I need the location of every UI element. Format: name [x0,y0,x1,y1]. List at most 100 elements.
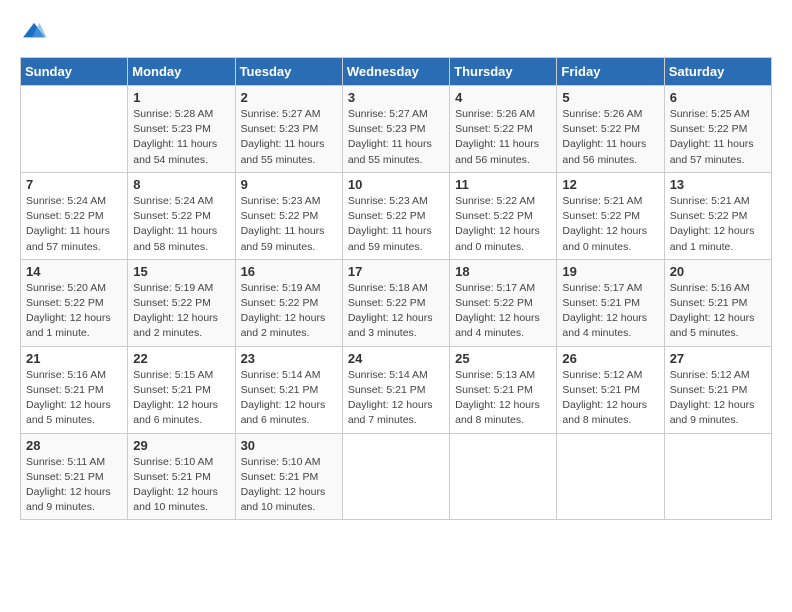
calendar-cell [664,433,771,520]
day-info: Sunrise: 5:15 AM Sunset: 5:21 PM Dayligh… [133,368,229,429]
calendar-cell: 10Sunrise: 5:23 AM Sunset: 5:22 PM Dayli… [342,172,449,259]
day-number: 5 [562,90,658,105]
logo [20,20,52,41]
calendar-cell: 4 Sunrise: 5:26 AM Sunset: 5:22 PM Daylig… [450,86,557,173]
day-info: Sunrise: 5:10 AM Sunset: 5:21 PM Dayligh… [133,455,229,516]
day-info: Sunrise: 5:27 AM Sunset: 5:23 PM Dayligh… [241,107,337,168]
calendar-cell: 30 Sunrise: 5:10 AM Sunset: 5:21 PM Dayli… [235,433,342,520]
calendar-cell: 7 Sunrise: 5:24 AM Sunset: 5:22 PM Daylig… [21,172,128,259]
calendar-cell: 5 Sunrise: 5:26 AM Sunset: 5:22 PM Daylig… [557,86,664,173]
day-number: 12 [562,177,658,192]
calendar-cell: 8Sunrise: 5:24 AM Sunset: 5:22 PM Daylig… [128,172,235,259]
day-info: Sunrise: 5:26 AM Sunset: 5:22 PM Dayligh… [562,107,658,168]
calendar-header-friday: Friday [557,58,664,86]
day-number: 2 [241,90,337,105]
calendar-cell: 19 Sunrise: 5:17 AM Sunset: 5:21 PM Dayli… [557,259,664,346]
day-number: 28 [26,438,122,453]
calendar-week-1: 1 Sunrise: 5:28 AM Sunset: 5:23 PM Daylig… [21,86,772,173]
logo-icon [20,21,48,41]
day-number: 20 [670,264,766,279]
calendar-cell: 18 Sunrise: 5:17 AM Sunset: 5:22 PM Dayli… [450,259,557,346]
day-number: 18 [455,264,551,279]
calendar-cell: 29 Sunrise: 5:10 AM Sunset: 5:21 PM Dayli… [128,433,235,520]
day-number: 23 [241,351,337,366]
day-number: 16 [241,264,337,279]
day-info: Sunrise: 5:17 AM Sunset: 5:21 PM Dayligh… [562,281,658,342]
day-number: 1 [133,90,229,105]
calendar-header-saturday: Saturday [664,58,771,86]
day-number: 11 [455,177,551,192]
calendar-week-2: 7 Sunrise: 5:24 AM Sunset: 5:22 PM Daylig… [21,172,772,259]
calendar-cell: 17 Sunrise: 5:18 AM Sunset: 5:22 PM Dayli… [342,259,449,346]
calendar-header-monday: Monday [128,58,235,86]
day-number: 9 [241,177,337,192]
day-number: 13 [670,177,766,192]
calendar-cell [342,433,449,520]
day-info: Sunrise: 5:20 AM Sunset: 5:22 PM Dayligh… [26,281,122,342]
day-number: 29 [133,438,229,453]
calendar-cell [21,86,128,173]
day-number: 6 [670,90,766,105]
calendar-cell: 21 Sunrise: 5:16 AM Sunset: 5:21 PM Dayli… [21,346,128,433]
calendar-cell: 27 Sunrise: 5:12 AM Sunset: 5:21 PM Dayli… [664,346,771,433]
calendar-cell: 25 Sunrise: 5:13 AM Sunset: 5:21 PM Dayli… [450,346,557,433]
calendar-cell: 2 Sunrise: 5:27 AM Sunset: 5:23 PM Daylig… [235,86,342,173]
day-number: 8 [133,177,229,192]
calendar-cell: 13 Sunrise: 5:21 AM Sunset: 5:22 PM Dayli… [664,172,771,259]
day-info: Sunrise: 5:26 AM Sunset: 5:22 PM Dayligh… [455,107,551,168]
day-info: Sunrise: 5:13 AM Sunset: 5:21 PM Dayligh… [455,368,551,429]
day-info: Sunrise: 5:19 AM Sunset: 5:22 PM Dayligh… [241,281,337,342]
day-number: 15 [133,264,229,279]
day-info: Sunrise: 5:16 AM Sunset: 5:21 PM Dayligh… [670,281,766,342]
day-info: Sunrise: 5:17 AM Sunset: 5:22 PM Dayligh… [455,281,551,342]
calendar-header-row: SundayMondayTuesdayWednesdayThursdayFrid… [21,58,772,86]
day-info: Sunrise: 5:16 AM Sunset: 5:21 PM Dayligh… [26,368,122,429]
calendar-cell: 9Sunrise: 5:23 AM Sunset: 5:22 PM Daylig… [235,172,342,259]
day-number: 19 [562,264,658,279]
calendar-cell: 28 Sunrise: 5:11 AM Sunset: 5:21 PM Dayli… [21,433,128,520]
calendar-cell: 3 Sunrise: 5:27 AM Sunset: 5:23 PM Daylig… [342,86,449,173]
day-info: Sunrise: 5:28 AM Sunset: 5:23 PM Dayligh… [133,107,229,168]
calendar-cell: 22 Sunrise: 5:15 AM Sunset: 5:21 PM Dayli… [128,346,235,433]
day-number: 10 [348,177,444,192]
calendar-cell: 23 Sunrise: 5:14 AM Sunset: 5:21 PM Dayli… [235,346,342,433]
day-info: Sunrise: 5:19 AM Sunset: 5:22 PM Dayligh… [133,281,229,342]
calendar-cell: 15 Sunrise: 5:19 AM Sunset: 5:22 PM Dayli… [128,259,235,346]
day-number: 21 [26,351,122,366]
calendar-week-5: 28 Sunrise: 5:11 AM Sunset: 5:21 PM Dayli… [21,433,772,520]
calendar-cell [557,433,664,520]
day-info: Sunrise: 5:14 AM Sunset: 5:21 PM Dayligh… [241,368,337,429]
calendar-cell: 12 Sunrise: 5:21 AM Sunset: 5:22 PM Dayli… [557,172,664,259]
day-number: 3 [348,90,444,105]
day-number: 30 [241,438,337,453]
day-number: 27 [670,351,766,366]
day-number: 17 [348,264,444,279]
calendar-week-3: 14 Sunrise: 5:20 AM Sunset: 5:22 PM Dayli… [21,259,772,346]
calendar-cell: 16 Sunrise: 5:19 AM Sunset: 5:22 PM Dayli… [235,259,342,346]
calendar-week-4: 21 Sunrise: 5:16 AM Sunset: 5:21 PM Dayli… [21,346,772,433]
calendar-header-wednesday: Wednesday [342,58,449,86]
day-number: 14 [26,264,122,279]
calendar-cell: 20 Sunrise: 5:16 AM Sunset: 5:21 PM Dayli… [664,259,771,346]
day-number: 22 [133,351,229,366]
day-info: Sunrise: 5:21 AM Sunset: 5:22 PM Dayligh… [670,194,766,255]
day-info: Sunrise: 5:22 AM Sunset: 5:22 PM Dayligh… [455,194,551,255]
day-number: 25 [455,351,551,366]
day-info: Sunrise: 5:21 AM Sunset: 5:22 PM Dayligh… [562,194,658,255]
day-info: Sunrise: 5:11 AM Sunset: 5:21 PM Dayligh… [26,455,122,516]
calendar-cell: 14 Sunrise: 5:20 AM Sunset: 5:22 PM Dayli… [21,259,128,346]
day-info: Sunrise: 5:18 AM Sunset: 5:22 PM Dayligh… [348,281,444,342]
day-info: Sunrise: 5:27 AM Sunset: 5:23 PM Dayligh… [348,107,444,168]
day-info: Sunrise: 5:12 AM Sunset: 5:21 PM Dayligh… [670,368,766,429]
calendar-header-thursday: Thursday [450,58,557,86]
day-number: 26 [562,351,658,366]
day-number: 4 [455,90,551,105]
calendar-cell: 11 Sunrise: 5:22 AM Sunset: 5:22 PM Dayli… [450,172,557,259]
day-info: Sunrise: 5:24 AM Sunset: 5:22 PM Dayligh… [26,194,122,255]
day-number: 7 [26,177,122,192]
day-info: Sunrise: 5:12 AM Sunset: 5:21 PM Dayligh… [562,368,658,429]
calendar-cell [450,433,557,520]
day-info: Sunrise: 5:10 AM Sunset: 5:21 PM Dayligh… [241,455,337,516]
calendar-table: SundayMondayTuesdayWednesdayThursdayFrid… [20,57,772,520]
calendar-header-tuesday: Tuesday [235,58,342,86]
